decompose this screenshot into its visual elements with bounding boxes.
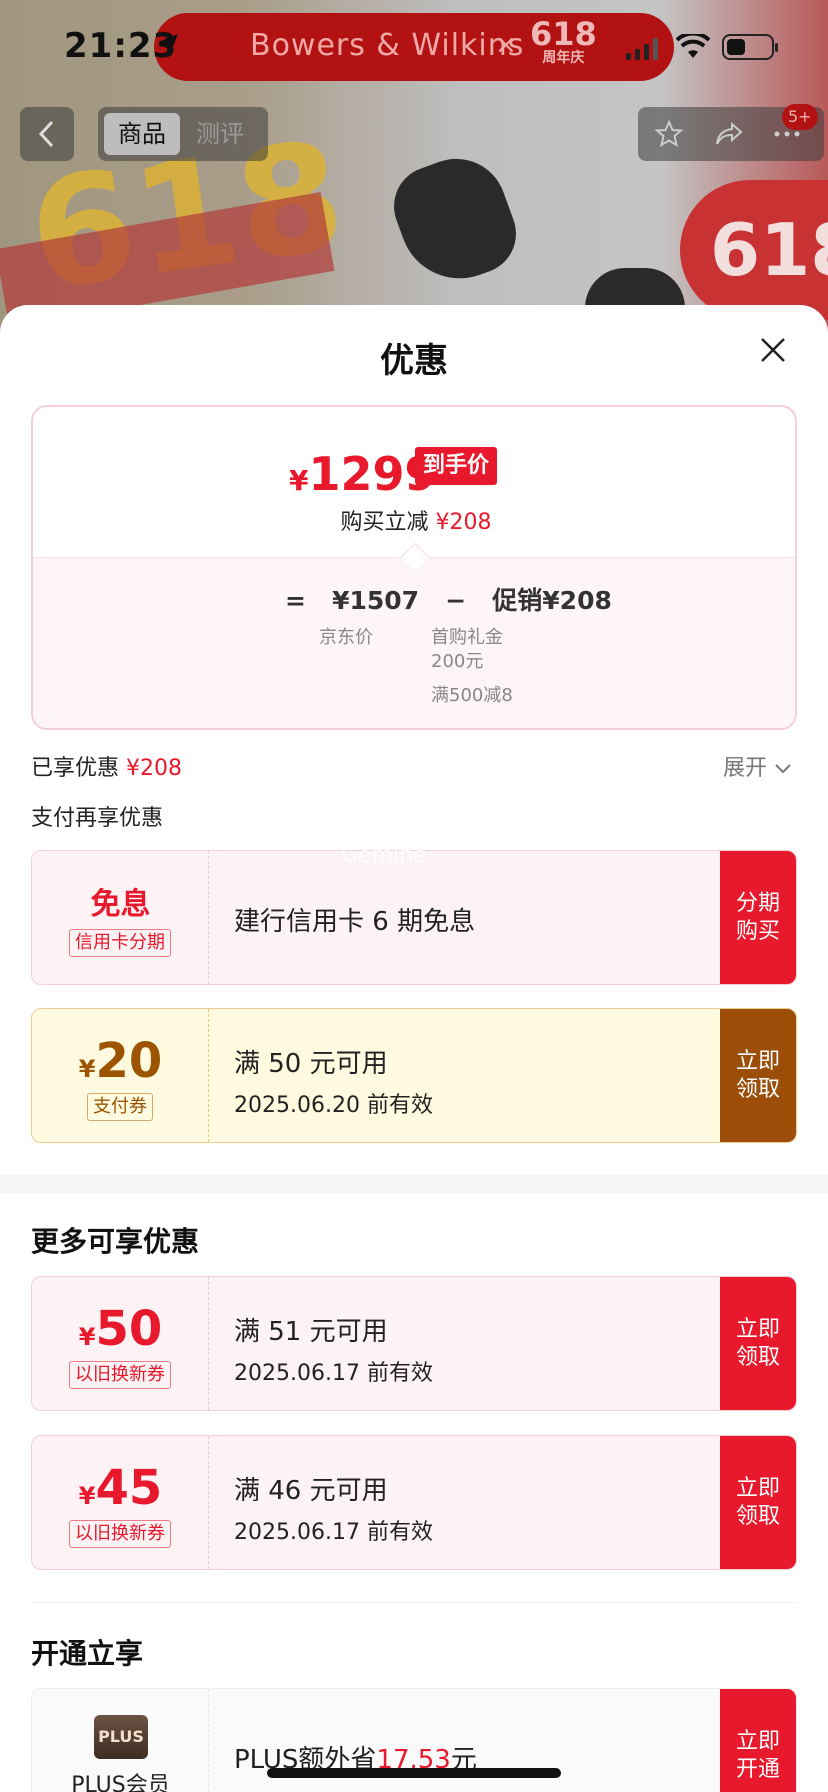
- promo-item-1-line2: 200元: [431, 651, 484, 672]
- chevron-down-icon: [775, 764, 791, 774]
- signal-icon: [626, 38, 658, 60]
- coupon-interest-free: 免息 信用卡分期 建行信用卡 6 期免息 分期购买: [31, 850, 797, 985]
- discount-sheet: 优惠 ¥1299 到手价 购买立减 ¥208 = ¥1507 − 促销¥208 …: [0, 305, 828, 1792]
- promo-label: 促销: [492, 586, 543, 615]
- tab-product[interactable]: 商品: [104, 113, 180, 155]
- claim-coupon-button[interactable]: 立即领取: [720, 1009, 796, 1142]
- coupon-condition: 满 46 元可用: [234, 1476, 388, 1506]
- jd-price: ¥1507: [332, 586, 420, 615]
- reduce-summary: 购买立减 ¥208: [340, 510, 492, 535]
- pay-more-title: 支付再享优惠: [31, 806, 164, 831]
- coupon-condition: 满 51 元可用: [234, 1317, 388, 1347]
- price-formula: = ¥1507 − 促销¥208: [285, 581, 612, 617]
- promo-item-2: 满500减8: [431, 685, 513, 706]
- side-618-badge: 618: [680, 180, 828, 320]
- section-divider: [0, 1175, 828, 1193]
- location-arrow-icon: [158, 34, 178, 54]
- event-logo: 618 周年庆: [530, 18, 597, 66]
- share-icon[interactable]: [714, 119, 744, 149]
- sheet-title: 优惠: [380, 341, 448, 381]
- open-plus-button[interactable]: 立即开通: [720, 1689, 796, 1792]
- page: 618 618 Bowers & Wilkins × 618 周年庆 21:23…: [0, 0, 828, 1792]
- status-bar: Bowers & Wilkins × 618 周年庆 21:23: [0, 0, 828, 96]
- final-price-tag: 到手价: [415, 447, 498, 485]
- tab-review[interactable]: 测评: [196, 113, 244, 155]
- message-badge: 5+: [782, 104, 818, 130]
- product-tabs: 商品 测评: [98, 107, 268, 161]
- coupon-tag: 支付券: [87, 1093, 153, 1121]
- star-icon[interactable]: [654, 119, 684, 149]
- coupon-expiry: 2025.06.17 前有效: [234, 1361, 433, 1386]
- installment-buy-button[interactable]: 分期购买: [720, 851, 796, 984]
- home-indicator: [267, 1768, 561, 1778]
- more-discounts-title: 更多可享优惠: [31, 1225, 200, 1258]
- plus-name: PLUS会员: [71, 1773, 170, 1792]
- price-breakdown-card: ¥1299 到手价 购买立减 ¥208 = ¥1507 − 促销¥208 京东价…: [31, 405, 797, 730]
- jd-price-label: 京东价: [319, 627, 373, 648]
- battery-icon: [722, 34, 778, 60]
- coupon-pay-20: ¥20 支付券 满 50 元可用 2025.06.20 前有效 立即领取: [31, 1008, 797, 1143]
- coupon-tag: 以旧换新券: [69, 1520, 171, 1548]
- coupon-condition: 满 50 元可用: [234, 1049, 388, 1079]
- plus-logo: PLUS: [94, 1715, 148, 1759]
- watermark: Gemine: [341, 843, 427, 868]
- coupon-expiry: 2025.06.17 前有效: [234, 1520, 433, 1545]
- coupon-expiry: 2025.06.20 前有效: [234, 1093, 433, 1118]
- brand-name: Bowers & Wilkins: [250, 28, 525, 63]
- coupon-tag: 信用卡分期: [69, 929, 171, 957]
- claim-coupon-button[interactable]: 立即领取: [720, 1277, 796, 1410]
- coupon-tradein-50: ¥50 以旧换新券 满 51 元可用 2025.06.17 前有效 立即领取: [31, 1276, 797, 1411]
- wifi-icon: [676, 34, 710, 58]
- promo-amount: ¥208: [542, 586, 612, 615]
- event-number: 618: [530, 15, 597, 53]
- coupon-tag: 以旧换新券: [69, 1361, 171, 1389]
- divider: [31, 1602, 797, 1603]
- expand-toggle[interactable]: 展开: [723, 750, 792, 782]
- coupon-desc: 建行信用卡 6 期免息: [234, 907, 476, 937]
- enjoyed-discount: 已享优惠 ¥208: [31, 756, 183, 781]
- promo-item-1-line1: 首购礼金: [431, 627, 503, 648]
- back-button[interactable]: [20, 107, 74, 161]
- open-membership-title: 开通立享: [31, 1637, 144, 1670]
- coupon-tradein-45: ¥45 以旧换新券 满 46 元可用 2025.06.17 前有效 立即领取: [31, 1435, 797, 1570]
- close-icon[interactable]: [758, 335, 788, 365]
- claim-coupon-button[interactable]: 立即领取: [720, 1436, 796, 1569]
- brand-times: ×: [495, 30, 517, 60]
- chevron-left-icon: [38, 120, 54, 148]
